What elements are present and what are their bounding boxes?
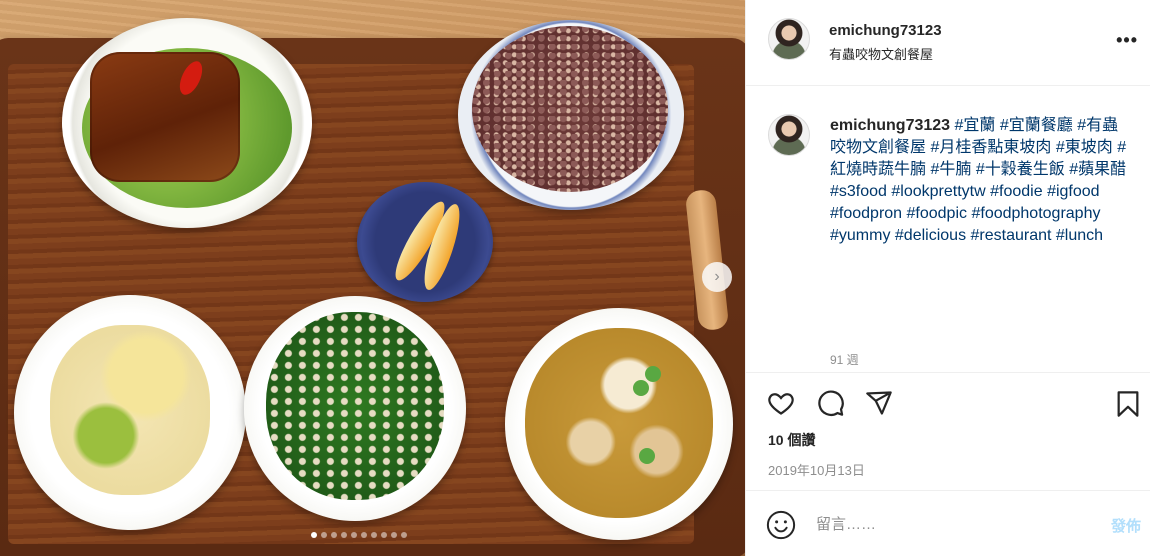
hashtag-link[interactable]: #s3food xyxy=(830,183,887,200)
carousel-dot xyxy=(371,532,377,538)
post-header: emichung73123 有蟲咬物文創餐屋 ••• xyxy=(746,0,1150,86)
hashtag-link[interactable]: #foodie xyxy=(990,183,1043,200)
carousel-indicator xyxy=(311,532,407,538)
hashtag-link[interactable]: #igfood xyxy=(1047,183,1100,200)
caption-username-link[interactable]: emichung73123 xyxy=(830,117,950,134)
caption-section: emichung73123 #宜蘭 #宜蘭餐廳 #有蟲咬物文創餐屋 #月桂香點東… xyxy=(746,86,1150,373)
carousel-dot xyxy=(341,532,347,538)
carousel-dot xyxy=(401,532,407,538)
fruit-dish xyxy=(357,182,493,302)
post-date: 2019年10月13日 xyxy=(768,463,865,478)
post-comment-button[interactable]: 發佈 xyxy=(1111,515,1141,536)
next-slide-button[interactable]: › xyxy=(702,262,732,292)
multigrain-rice-bowl xyxy=(458,20,684,210)
chevron-right-icon: › xyxy=(714,268,720,285)
likes-count[interactable]: 10 個讚 xyxy=(768,430,815,450)
hashtag-link[interactable]: #foodpic xyxy=(907,205,968,222)
more-options-button[interactable]: ••• xyxy=(1116,30,1138,51)
avatar[interactable] xyxy=(768,18,810,60)
share-icon[interactable] xyxy=(864,389,894,417)
hashtag-link[interactable]: #月桂香點東坡肉 xyxy=(930,139,1051,156)
location-link[interactable]: 有蟲咬物文創餐屋 xyxy=(829,44,933,63)
carousel-dot xyxy=(361,532,367,538)
action-bar xyxy=(766,389,1139,419)
hashtag-link[interactable]: #宜蘭 xyxy=(955,117,996,134)
comment-icon[interactable] xyxy=(816,389,846,417)
beef-stew-plate xyxy=(505,308,733,540)
post-sidebar: emichung73123 有蟲咬物文創餐屋 ••• emichung73123… xyxy=(745,0,1150,556)
comment-form: 發佈 xyxy=(746,490,1150,556)
hashtag-link[interactable]: #lunch xyxy=(1056,227,1103,244)
hashtag-link[interactable]: #foodpron xyxy=(830,205,902,222)
hashtag-link[interactable]: #東坡肉 xyxy=(1056,139,1113,156)
carousel-dot xyxy=(321,532,327,538)
post-photo[interactable]: › xyxy=(0,0,745,556)
hashtag-link[interactable]: #foodphotography xyxy=(971,205,1100,222)
hashtag-link[interactable]: #十穀養生飯 xyxy=(976,161,1065,178)
hashtag-link[interactable]: #delicious xyxy=(895,227,966,244)
braised-pork-bowl xyxy=(62,18,312,228)
more-horizontal-icon: ••• xyxy=(1116,30,1138,50)
sesame-greens-plate xyxy=(244,296,466,521)
hashtag-link[interactable]: #蘋果醋 xyxy=(1069,161,1126,178)
caption-text: emichung73123 #宜蘭 #宜蘭餐廳 #有蟲咬物文創餐屋 #月桂香點東… xyxy=(830,115,1130,247)
avatar[interactable] xyxy=(768,114,810,156)
hashtag-link[interactable]: #牛腩 xyxy=(930,161,971,178)
heart-icon[interactable] xyxy=(766,389,796,417)
bookmark-icon[interactable] xyxy=(1114,389,1142,419)
comment-input[interactable] xyxy=(816,513,1056,535)
hashtag-link[interactable]: #restaurant xyxy=(971,227,1052,244)
post-age: 91 週 xyxy=(830,353,859,367)
hashtag-link[interactable]: #宜蘭餐廳 xyxy=(1000,117,1073,134)
carousel-dot xyxy=(381,532,387,538)
hashtag-link[interactable]: #yummy xyxy=(830,227,890,244)
carousel-dot xyxy=(351,532,357,538)
username-link[interactable]: emichung73123 xyxy=(829,22,942,39)
carousel-dot xyxy=(331,532,337,538)
hashtag-link[interactable]: #lookprettytw xyxy=(891,183,985,200)
potato-salad-plate xyxy=(14,295,246,530)
emoji-icon[interactable] xyxy=(766,510,796,540)
carousel-dot xyxy=(311,532,317,538)
carousel-dot xyxy=(391,532,397,538)
